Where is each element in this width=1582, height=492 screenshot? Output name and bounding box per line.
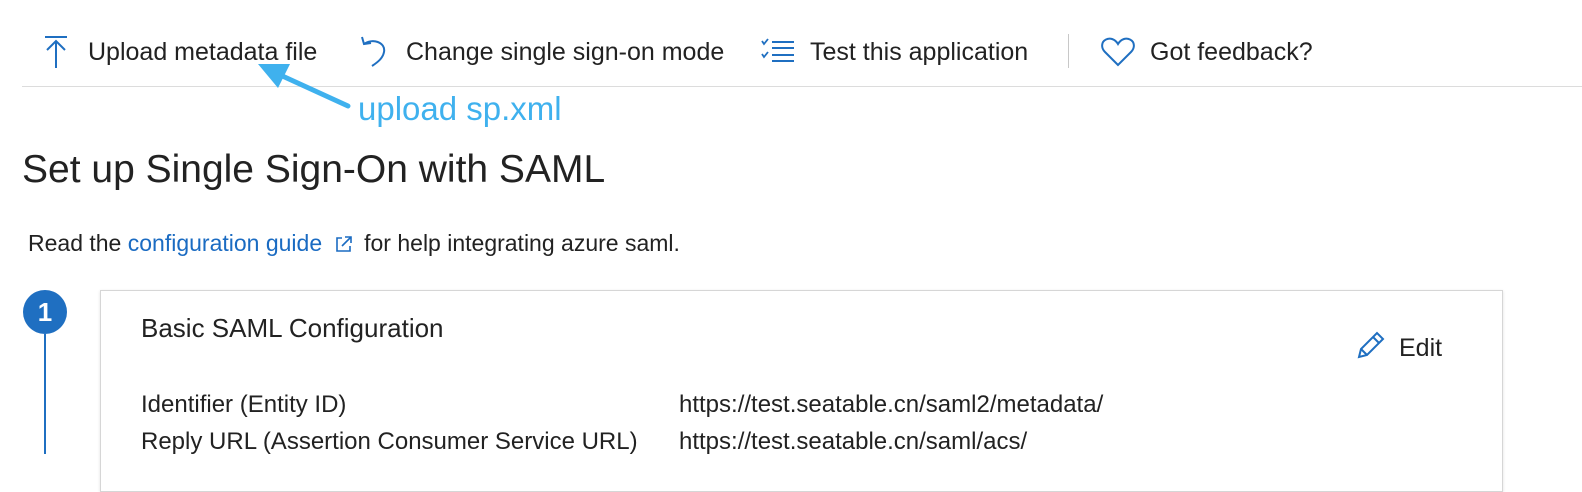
- page-title: Set up Single Sign-On with SAML: [22, 148, 606, 191]
- edit-label: Edit: [1399, 334, 1443, 362]
- help-suffix: for help integrating azure saml.: [364, 230, 680, 256]
- row-value: https://test.seatable.cn/saml2/metadata/: [679, 391, 1104, 418]
- feedback-label: Got feedback?: [1150, 37, 1313, 66]
- change-sso-mode-label: Change single sign-on mode: [406, 37, 725, 66]
- test-application-button[interactable]: Test this application: [760, 30, 1028, 74]
- basic-saml-config-card: Basic SAML Configuration Edit Identifier…: [100, 290, 1503, 492]
- step-connector: [44, 334, 46, 454]
- annotation-note: upload sp.xml: [358, 90, 562, 127]
- card-title: Basic SAML Configuration: [141, 313, 444, 343]
- config-row-reply-url: Reply URL (Assertion Consumer Service UR…: [141, 428, 1027, 456]
- annotation-arrow-icon: [258, 64, 351, 109]
- change-sso-mode-button[interactable]: Change single sign-on mode: [356, 30, 724, 74]
- row-label: Reply URL (Assertion Consumer Service UR…: [141, 428, 638, 455]
- edit-button[interactable]: Edit: [1353, 329, 1442, 368]
- help-prefix: Read the: [28, 230, 122, 256]
- toolbar-divider: [1068, 34, 1069, 68]
- feedback-button[interactable]: Got feedback?: [1100, 30, 1313, 74]
- heart-icon: [1100, 34, 1136, 70]
- step-number-badge: 1: [23, 290, 67, 334]
- checklist-icon: [760, 34, 796, 70]
- help-text: Read the configuration guide for help in…: [28, 230, 680, 257]
- config-row-identifier: Identifier (Entity ID) https://test.seat…: [141, 391, 1103, 419]
- external-link-icon[interactable]: [334, 234, 354, 254]
- row-label: Identifier (Entity ID): [141, 391, 347, 418]
- test-application-label: Test this application: [810, 37, 1029, 66]
- configuration-guide-link[interactable]: configuration guide: [128, 230, 322, 257]
- row-value: https://test.seatable.cn/saml/acs/: [679, 428, 1028, 455]
- undo-icon: [356, 34, 392, 70]
- pencil-icon: [1353, 329, 1387, 368]
